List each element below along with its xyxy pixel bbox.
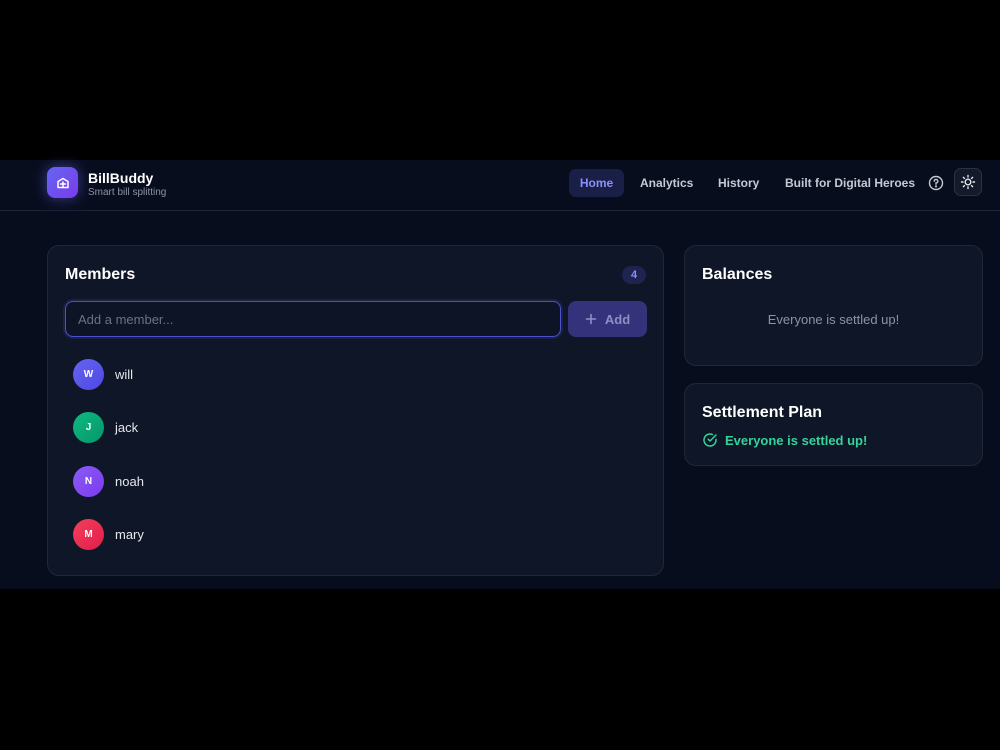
add-member-input[interactable] xyxy=(65,301,561,337)
nav-built-for-digital-heroes[interactable]: Built for Digital Heroes xyxy=(785,169,915,197)
nav-home[interactable]: Home xyxy=(569,169,624,197)
member-name: will xyxy=(115,367,134,382)
theme-toggle-button[interactable] xyxy=(954,168,982,196)
members-card: Members 4 Add W will J jack N noah M xyxy=(47,245,664,576)
top-navigation-bar: BillBuddy Smart bill splitting Home Anal… xyxy=(0,160,1000,211)
check-circle-icon xyxy=(703,433,717,447)
logo-icon[interactable] xyxy=(47,167,78,198)
avatar: W xyxy=(73,359,104,390)
sun-icon xyxy=(960,174,976,190)
balances-empty-message: Everyone is settled up! xyxy=(767,312,900,327)
avatar: M xyxy=(73,519,104,551)
nav-history[interactable]: History xyxy=(718,169,759,197)
nav-analytics[interactable]: Analytics xyxy=(640,169,693,197)
settlement-title: Settlement Plan xyxy=(702,404,823,421)
avatar: N xyxy=(73,465,104,497)
members-title: Members xyxy=(65,266,136,283)
settlement-status: Everyone is settled up! xyxy=(702,432,867,448)
settlement-status-text: Everyone is settled up! xyxy=(725,432,868,448)
add-button-label: Add xyxy=(604,311,631,327)
member-count-badge: 4 xyxy=(622,266,646,284)
brand-subtitle: Smart bill splitting xyxy=(88,187,167,198)
settlement-plan-card: Settlement Plan Everyone is settled up! xyxy=(684,383,983,466)
help-icon[interactable] xyxy=(927,174,945,192)
add-member-button[interactable]: Add xyxy=(568,301,647,337)
balances-title: Balances xyxy=(702,266,773,283)
app-shell: BillBuddy Smart bill splitting Home Anal… xyxy=(0,160,1000,589)
member-name: mary xyxy=(115,527,144,543)
avatar: J xyxy=(73,412,104,444)
member-name: noah xyxy=(115,473,144,489)
balances-card: Balances Everyone is settled up! xyxy=(684,245,983,366)
brand-title: BillBuddy xyxy=(88,170,154,186)
plus-icon xyxy=(585,313,597,325)
member-name: jack xyxy=(115,420,139,436)
